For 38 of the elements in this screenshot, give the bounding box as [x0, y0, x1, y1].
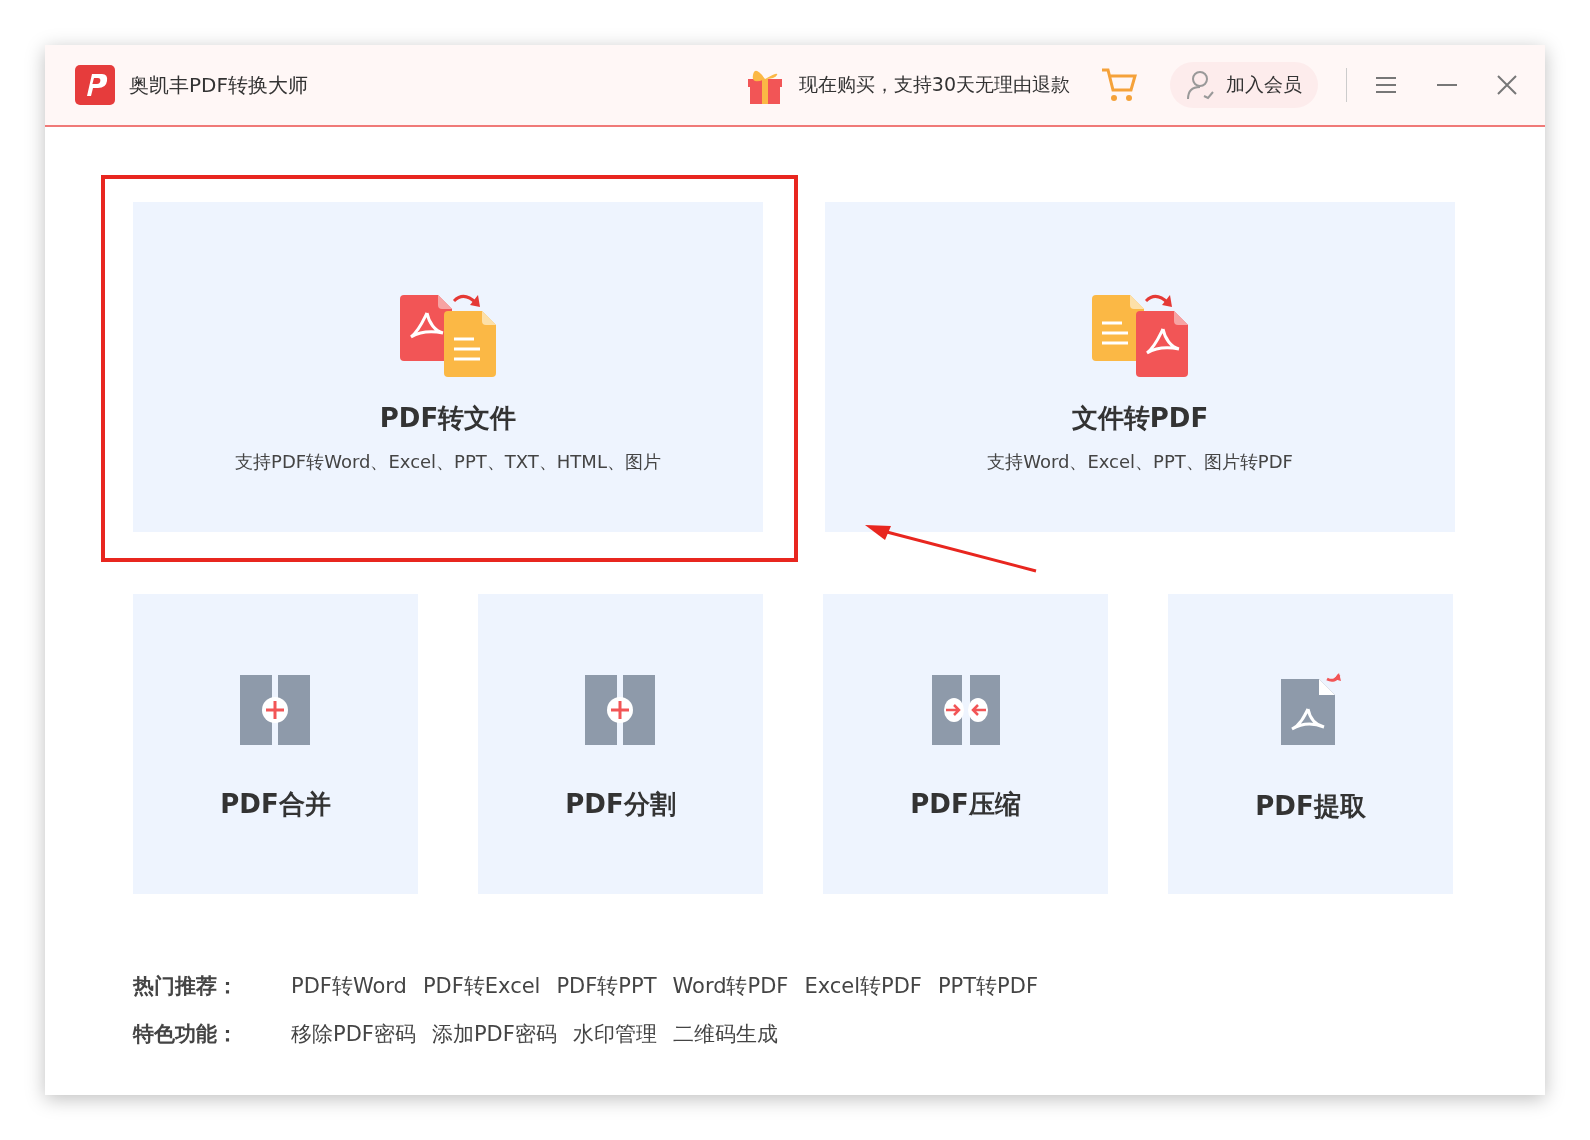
- pdf-extract-icon: [1278, 673, 1343, 747]
- merge-icon: [239, 675, 312, 745]
- tool-card[interactable]: PDF分割: [478, 594, 763, 894]
- quick-link[interactable]: PDF转Excel: [422, 972, 541, 1000]
- app-logo-icon: [75, 65, 115, 105]
- window-title: 奥凯丰PDF转换大师: [129, 71, 308, 99]
- feature-card[interactable]: PDF转文件 支持PDF转Word、Excel、PPT、TXT、HTML、图片: [133, 202, 763, 532]
- join-member-button[interactable]: 加入会员: [1170, 62, 1318, 108]
- minimize-icon[interactable]: [1437, 83, 1457, 87]
- promo-text: 现在购买，支持30天无理由退款: [798, 72, 1070, 97]
- card-title: PDF合并: [220, 788, 331, 821]
- section-label: 热门推荐：: [133, 973, 239, 1000]
- card-title: PDF分割: [565, 788, 676, 821]
- card-title: PDF转文件: [379, 401, 517, 435]
- card-subtitle: 支持PDF转Word、Excel、PPT、TXT、HTML、图片: [235, 449, 661, 474]
- quick-link[interactable]: Excel转PDF: [804, 972, 922, 1000]
- quick-link[interactable]: PPT转PDF: [937, 972, 1039, 1000]
- quick-link[interactable]: 水印管理: [572, 1020, 657, 1048]
- quick-link[interactable]: Word转PDF: [672, 972, 789, 1000]
- card-title: PDF压缩: [910, 788, 1021, 821]
- quick-link[interactable]: 二维码生成: [672, 1020, 778, 1048]
- close-icon[interactable]: [1497, 75, 1517, 95]
- quick-link[interactable]: PDF转Word: [291, 972, 407, 1000]
- card-title: PDF提取: [1255, 790, 1366, 823]
- quick-link[interactable]: 添加PDF密码: [431, 1020, 557, 1048]
- quick-link[interactable]: PDF转PPT: [556, 972, 657, 1000]
- split-icon: [584, 675, 657, 745]
- user-icon: [1186, 70, 1214, 100]
- card-title: 文件转PDF: [1071, 401, 1209, 435]
- card-subtitle: 支持Word、Excel、PPT、图片转PDF: [987, 449, 1293, 474]
- compress-icon: [929, 675, 1002, 745]
- tool-card[interactable]: PDF提取: [1168, 594, 1453, 894]
- tool-card[interactable]: PDF合并: [133, 594, 418, 894]
- section-label: 特色功能：: [133, 1021, 239, 1048]
- quick-link[interactable]: 移除PDF密码: [291, 1020, 416, 1048]
- menu-icon[interactable]: [1375, 76, 1397, 94]
- tool-card[interactable]: PDF压缩: [823, 594, 1108, 894]
- feature-card[interactable]: 文件转PDF 支持Word、Excel、PPT、图片转PDF: [825, 202, 1455, 532]
